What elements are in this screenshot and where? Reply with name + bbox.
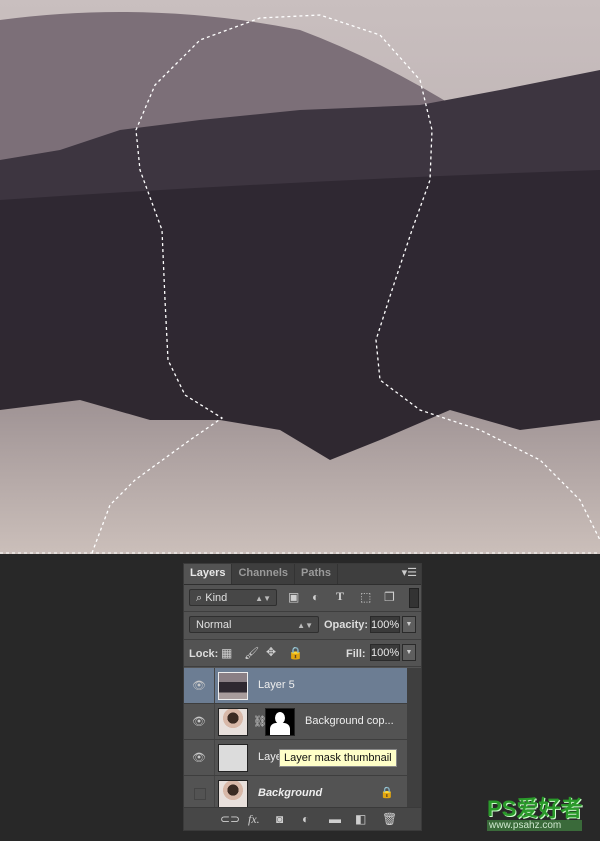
opacity-dropdown[interactable]: ▼ (402, 616, 416, 633)
search-icon: ⌕ (196, 592, 203, 604)
lock-icon: 🔒 (380, 787, 394, 799)
layer-thumbnail[interactable] (218, 744, 248, 772)
panel-footer: ⊂⊃ fx. ◙ ◐ ▬ ◧ 🗑 (184, 807, 421, 830)
opacity-label: Opacity: (324, 619, 369, 631)
scrollbar[interactable] (407, 668, 421, 808)
lock-move-icon[interactable]: ✥ (266, 645, 276, 659)
adjustment-layer-icon[interactable]: ◐ (302, 812, 309, 826)
eye-icon[interactable]: 👁 (192, 715, 206, 729)
blend-mode-select[interactable]: Normal ▲▼ (189, 616, 319, 633)
layer-mask-thumbnail[interactable] (265, 708, 295, 736)
add-mask-icon[interactable]: ◙ (276, 812, 283, 826)
watermark-logo: PS爱好者 www.psahz.com (487, 796, 583, 831)
tab-layers[interactable]: Layers (184, 564, 233, 584)
tab-paths[interactable]: Paths (295, 564, 338, 584)
visibility-toggle-off[interactable] (194, 788, 206, 800)
lock-all-icon[interactable]: 🔒 (288, 646, 303, 660)
layer-row-background-copy[interactable]: 👁 ⛓ Background cop... (184, 704, 408, 740)
layer-thumbnail[interactable] (218, 672, 248, 700)
fill-input[interactable]: 100% (370, 644, 400, 661)
filter-toggle[interactable] (409, 588, 419, 608)
layer-row-layer-5[interactable]: 👁 Layer 5 (184, 668, 408, 704)
lock-label: Lock: (189, 648, 219, 660)
eye-icon[interactable]: 👁 (192, 751, 206, 765)
smart-object-filter-icon[interactable]: ❐ (384, 590, 395, 604)
new-layer-icon[interactable]: ◧ (355, 812, 366, 826)
panel-tabs: Layers Channels Paths ▾☰ (184, 564, 421, 585)
layer-name[interactable]: Layer 5 (258, 679, 295, 691)
adjustment-filter-icon[interactable]: ◐ (312, 590, 319, 604)
link-layers-icon[interactable]: ⊂⊃ (220, 812, 240, 826)
opacity-input[interactable]: 100% (370, 616, 400, 633)
layers-panel: Layers Channels Paths ▾☰ ⌕ Kind ▲▼ ▣ ◐ T … (183, 563, 422, 831)
filter-kind-select[interactable]: ⌕ Kind ▲▼ (189, 589, 277, 606)
layer-thumbnail[interactable] (218, 708, 248, 736)
layer-name[interactable]: Background (258, 787, 322, 799)
folder-icon[interactable]: ▬ (329, 812, 341, 826)
type-filter-icon[interactable]: T (336, 589, 344, 604)
fill-label: Fill: (346, 648, 366, 660)
image-filter-icon[interactable]: ▣ (288, 590, 299, 604)
trash-icon[interactable]: 🗑 (382, 812, 397, 826)
layer-thumbnail[interactable] (218, 780, 248, 808)
shape-filter-icon[interactable]: ⬚ (360, 590, 371, 604)
fill-dropdown[interactable]: ▼ (402, 644, 416, 661)
canvas-photo-lake-forest[interactable] (0, 0, 600, 554)
eye-icon[interactable]: 👁 (192, 679, 206, 693)
tab-channels[interactable]: Channels (232, 564, 295, 584)
lock-transparent-icon[interactable]: ▦ (221, 646, 232, 660)
panel-menu-icon[interactable]: ▾☰ (402, 566, 417, 579)
fx-icon[interactable]: fx. (248, 812, 260, 827)
layer-name[interactable]: Background cop... (305, 715, 394, 727)
tooltip: Layer mask thumbnail (279, 749, 397, 767)
lock-brush-icon[interactable]: 🖌 (244, 646, 259, 660)
